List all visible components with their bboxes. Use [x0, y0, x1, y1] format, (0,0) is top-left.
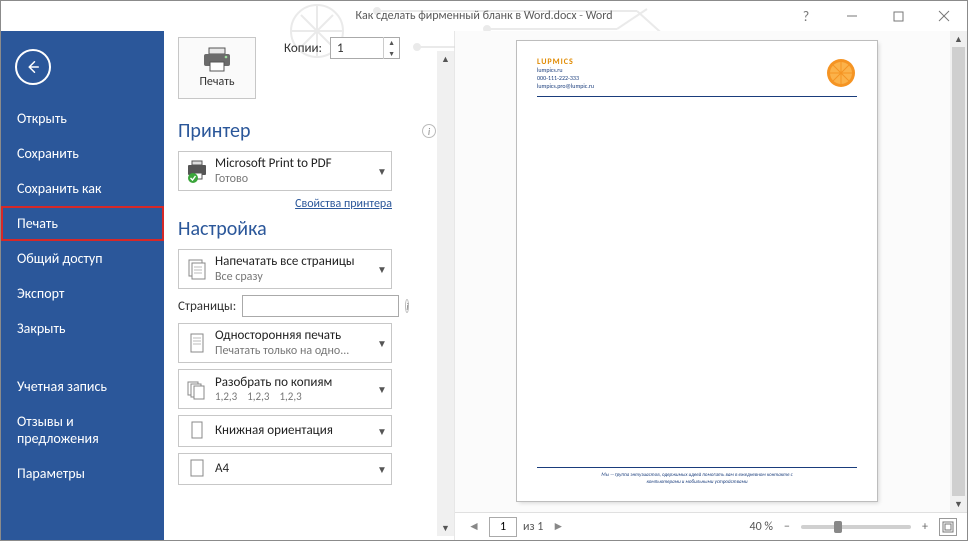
letterhead-footer: Мы —группа энтузиастов, одержимых идеей … — [537, 467, 857, 485]
copies-row: Копии: 1 ▲ ▼ — [284, 37, 400, 59]
zoom-out-button[interactable]: − — [779, 520, 795, 534]
chevron-down-icon: ▼ — [373, 165, 391, 178]
sidebar-item-closefile[interactable]: Закрыть — [1, 311, 164, 346]
document-title: Как сделать фирменный бланк в Word.docx — [355, 9, 576, 23]
pages-stack-icon — [179, 257, 215, 281]
brand-email: lumpics.pro@lumpic.ru — [537, 83, 594, 91]
info-icon[interactable]: i — [422, 124, 436, 138]
prev-page-button[interactable]: ◄ — [465, 518, 483, 536]
printer-status: Готово — [215, 172, 373, 186]
titlebar: Как сделать фирменный бланк в Word.docx … — [1, 1, 967, 31]
paper-size-combo[interactable]: A4 ▼ — [178, 453, 392, 485]
sidebar-item-feedback[interactable]: Отзывы и предложения — [1, 405, 164, 457]
copies-value: 1 — [331, 41, 383, 56]
center-pane: Печать Копии: 1 ▲ ▼ Прин — [164, 31, 967, 540]
printer-combo[interactable]: Microsoft Print to PDF Готово ▼ — [178, 151, 392, 191]
sidebar-item-share[interactable]: Общий доступ — [1, 241, 164, 276]
close-icon — [938, 10, 950, 22]
close-button[interactable] — [921, 1, 967, 31]
orientation-combo[interactable]: Книжная ориентация ▼ — [178, 415, 392, 447]
sidebar-item-print[interactable]: Печать — [1, 206, 164, 241]
scroll-down[interactable]: ▼ — [950, 496, 967, 512]
window-controls: ? — [783, 1, 967, 31]
chevron-down-icon: ▼ — [373, 263, 391, 276]
arrow-left-icon — [24, 58, 42, 76]
preview-scrollbar[interactable]: ▲ ▼ — [950, 31, 967, 512]
current-page-input[interactable] — [489, 517, 517, 537]
paper-icon — [179, 457, 215, 481]
copies-down[interactable]: ▼ — [384, 48, 399, 59]
sidebar-item-account[interactable]: Учетная запись — [1, 370, 164, 405]
zoom-percent: 40 % — [750, 520, 773, 534]
preview-statusbar: ◄ из 1 ► 40 % − + — [455, 512, 967, 540]
copies-label: Копии: — [284, 41, 322, 56]
settings-scrollbar[interactable]: ▲ ▼ — [437, 51, 454, 536]
sidebar-item-saveas[interactable]: Сохранить как — [1, 171, 164, 206]
collate-icon — [179, 377, 215, 401]
preview-canvas: LUPMICS lumpics.ru 000-111-222-333 lumpi… — [455, 31, 967, 512]
pages-input[interactable] — [242, 295, 399, 317]
printer-properties-link[interactable]: Свойства принтера — [178, 197, 392, 211]
printer-heading: Принтер i — [178, 119, 454, 143]
sidebar-item-open[interactable]: Открыть — [1, 101, 164, 136]
chevron-down-icon: ▼ — [373, 337, 391, 350]
duplex-combo[interactable]: Односторонняя печать Печатать только на … — [178, 323, 392, 363]
preview-page: LUPMICS lumpics.ru 000-111-222-333 lumpi… — [517, 41, 877, 501]
sidebar-item-export[interactable]: Экспорт — [1, 276, 164, 311]
zoom-thumb[interactable] — [834, 521, 842, 533]
page-of-label: из 1 — [523, 520, 543, 534]
backstage-sidebar: Открыть Сохранить Сохранить как Печать О… — [1, 31, 164, 540]
print-settings-panel: Печать Копии: 1 ▲ ▼ Прин — [164, 31, 454, 540]
settings-heading: Настройка — [178, 217, 454, 241]
printer-icon — [201, 47, 233, 73]
orange-slice-logo-icon — [825, 57, 857, 89]
help-button[interactable]: ? — [783, 1, 829, 31]
sidebar-item-options[interactable]: Параметры — [1, 456, 164, 491]
scroll-up[interactable]: ▲ — [437, 51, 454, 67]
app-window: Как сделать фирменный бланк в Word.docx … — [0, 0, 968, 541]
chevron-down-icon: ▼ — [373, 425, 391, 438]
minimize-button[interactable] — [829, 1, 875, 31]
info-icon[interactable]: i — [405, 299, 409, 313]
next-page-button[interactable]: ► — [549, 518, 567, 536]
single-side-icon — [179, 331, 215, 355]
zoom-slider[interactable] — [801, 525, 911, 529]
printer-status-icon — [179, 159, 215, 183]
minimize-icon — [846, 10, 858, 22]
copies-input[interactable]: 1 ▲ ▼ — [330, 37, 400, 59]
maximize-button[interactable] — [875, 1, 921, 31]
sidebar-item-save[interactable]: Сохранить — [1, 136, 164, 171]
collate-combo[interactable]: Разобрать по копиям 1,2,3 1,2,3 1,2,3 ▼ — [178, 369, 392, 409]
chevron-down-icon: ▼ — [373, 463, 391, 476]
copies-up[interactable]: ▲ — [384, 37, 399, 48]
printer-name: Microsoft Print to PDF — [215, 156, 373, 172]
pages-row: Страницы: i — [178, 295, 392, 317]
maximize-icon — [893, 11, 904, 22]
body: Открыть Сохранить Сохранить как Печать О… — [1, 31, 967, 540]
chevron-down-icon: ▼ — [373, 383, 391, 396]
zoom-in-button[interactable]: + — [917, 520, 933, 534]
scroll-up[interactable]: ▲ — [950, 31, 967, 47]
pages-label: Страницы: — [178, 299, 236, 314]
letterhead-header: LUPMICS lumpics.ru 000-111-222-333 lumpi… — [537, 57, 857, 97]
print-button-label: Печать — [199, 75, 234, 89]
scroll-down[interactable]: ▼ — [437, 520, 454, 536]
scroll-thumb[interactable] — [952, 47, 965, 496]
print-button[interactable]: Печать — [178, 37, 256, 99]
print-preview-area: LUPMICS lumpics.ru 000-111-222-333 lumpi… — [454, 31, 967, 540]
print-range-combo[interactable]: Напечатать все страницы Все сразу ▼ — [178, 249, 392, 289]
back-button[interactable] — [15, 49, 51, 85]
fit-icon — [942, 521, 954, 533]
fit-to-window-button[interactable] — [939, 518, 957, 536]
window-title: Как сделать фирменный бланк в Word.docx … — [355, 9, 612, 23]
portrait-icon — [179, 419, 215, 443]
app-name: Word — [586, 9, 613, 23]
